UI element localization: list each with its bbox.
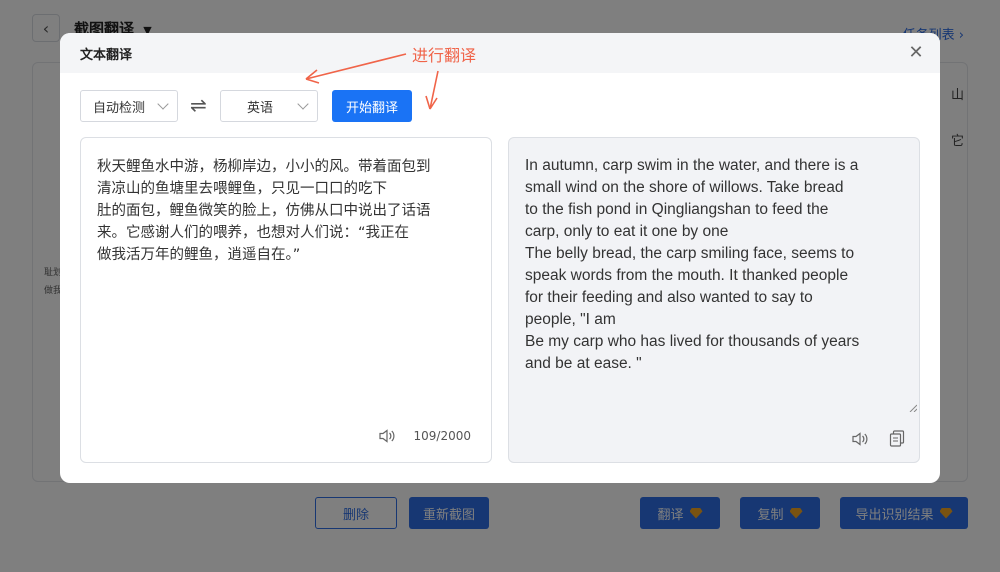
character-count: 109/2000 [413,429,472,443]
resize-handle-icon[interactable] [909,404,917,412]
source-footer: 109/2000 [378,428,472,444]
swap-icon[interactable]: ⇌ [190,93,207,117]
source-language-select[interactable]: 自动检测 [80,90,178,122]
translation-footer [851,430,905,447]
target-language-select[interactable]: 英语 [220,90,318,122]
source-text-area[interactable]: 秋天鲤鱼水中游，杨柳岸边，小小的风。带着面包到 清凉山的鱼塘里去喂鲤鱼，只见一口… [80,137,492,463]
text-translation-dialog: 文本翻译 ✕ 进行翻译 自动检测 ⇌ 英语 开始翻译 秋天鲤鱼水中游，杨柳岸边，… [60,33,940,483]
close-icon[interactable]: ✕ [906,43,926,63]
chevron-down-icon [297,98,309,110]
dialog-header: 文本翻译 [60,33,940,73]
speaker-icon[interactable] [378,428,396,444]
start-translation-button[interactable]: 开始翻译 [332,90,412,122]
translation-result-area: In autumn, carp swim in the water, and t… [508,137,920,463]
source-text[interactable]: 秋天鲤鱼水中游，杨柳岸边，小小的风。带着面包到 清凉山的鱼塘里去喂鲤鱼，只见一口… [97,156,477,266]
dialog-title: 文本翻译 [80,47,133,63]
annotation-label: 进行翻译 [412,46,477,65]
chevron-down-icon [157,98,169,110]
speaker-icon[interactable] [851,431,869,447]
copy-icon[interactable] [889,430,905,447]
translated-text: In autumn, carp swim in the water, and t… [525,157,860,372]
